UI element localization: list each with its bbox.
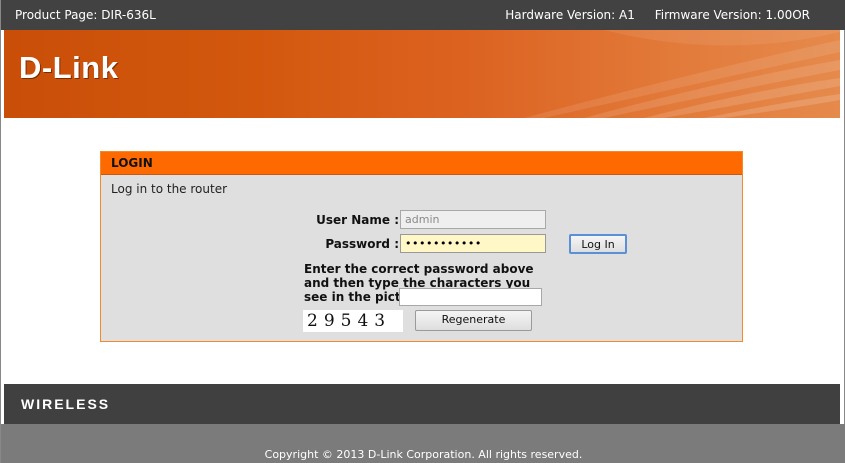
wireless-footer-bar: WIRELESS bbox=[4, 384, 840, 424]
copyright-text: Copyright © 2013 D-Link Corporation. All… bbox=[264, 448, 583, 461]
banner-swoosh-graphic bbox=[524, 30, 840, 118]
login-panel: LOGIN Log in to the router User Name : P… bbox=[100, 151, 743, 342]
product-page-label: Product Page: DIR-636L bbox=[15, 8, 156, 22]
hardware-version: Hardware Version: A1 bbox=[505, 8, 635, 22]
password-input[interactable]: ••••••••••• bbox=[400, 234, 546, 253]
captcha-image: 29543 bbox=[303, 310, 403, 332]
username-input[interactable] bbox=[400, 210, 546, 229]
login-button[interactable]: Log In bbox=[569, 234, 627, 254]
captcha-input[interactable] bbox=[399, 288, 542, 306]
brand-banner: D-Link bbox=[4, 30, 840, 118]
page-frame: Product Page: DIR-636L Hardware Version:… bbox=[0, 0, 845, 463]
firmware-version: Firmware Version: 1.00OR bbox=[654, 8, 810, 22]
wireless-label: WIRELESS bbox=[21, 396, 111, 412]
regenerate-button[interactable]: Regenerate bbox=[415, 310, 532, 331]
dlink-logo: D-Link bbox=[19, 50, 119, 85]
version-info: Hardware Version: A1 Firmware Version: 1… bbox=[505, 0, 810, 30]
username-label: User Name : bbox=[316, 213, 399, 227]
login-subtitle: Log in to the router bbox=[111, 182, 228, 196]
login-title: LOGIN bbox=[101, 152, 742, 175]
password-label: Password : bbox=[325, 237, 399, 251]
copyright-bar: Copyright © 2013 D-Link Corporation. All… bbox=[1, 424, 845, 463]
top-info-bar: Product Page: DIR-636L Hardware Version:… bbox=[1, 0, 845, 30]
